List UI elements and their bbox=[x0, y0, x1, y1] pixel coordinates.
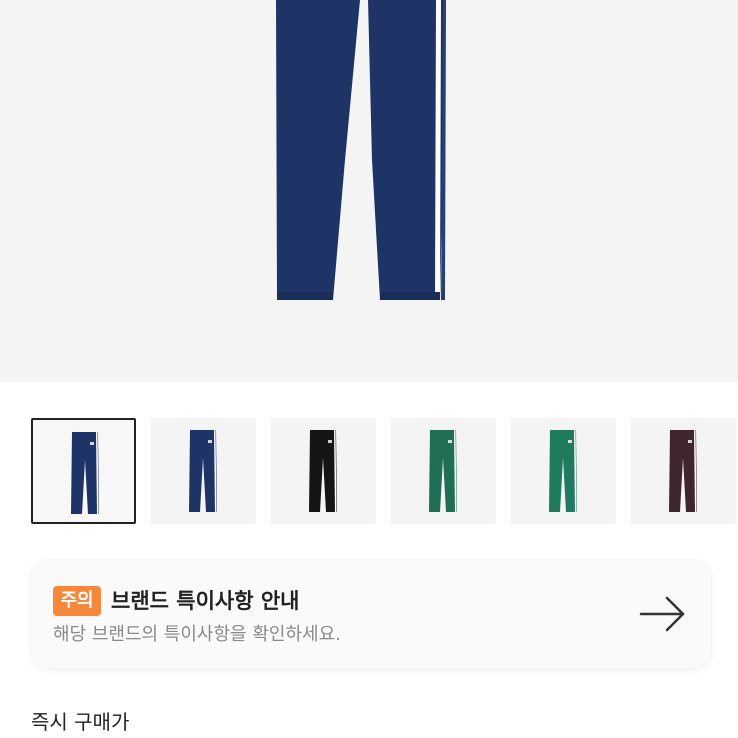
warning-badge: 주의 bbox=[53, 586, 101, 616]
thumbnail-pants-image bbox=[669, 430, 697, 512]
thumbnail-pants-image bbox=[189, 430, 217, 512]
thumbnail-pants-image bbox=[71, 432, 99, 514]
product-hero-image[interactable] bbox=[0, 0, 738, 382]
product-thumbnail[interactable] bbox=[31, 418, 136, 524]
notice-title: 브랜드 특이사항 안내 bbox=[111, 589, 300, 613]
product-thumbnail[interactable] bbox=[391, 418, 496, 524]
product-thumbnail[interactable] bbox=[631, 418, 736, 524]
thumbnail-pants-image bbox=[309, 430, 337, 512]
pants-image bbox=[276, 0, 446, 300]
thumbnail-pants-image bbox=[549, 430, 577, 512]
product-thumbnail[interactable] bbox=[511, 418, 616, 524]
instant-buy-price-label: 즉시 구매가 bbox=[31, 710, 130, 734]
product-thumbnail[interactable] bbox=[151, 418, 256, 524]
product-thumbnail[interactable] bbox=[271, 418, 376, 524]
brand-notice-card[interactable]: 주의 브랜드 특이사항 안내 해당 브랜드의 특이사항을 확인하세요. bbox=[31, 560, 711, 668]
notice-description: 해당 브랜드의 특이사항을 확인하세요. bbox=[53, 624, 341, 645]
thumbnail-pants-image bbox=[429, 430, 457, 512]
arrow-right-icon[interactable] bbox=[637, 594, 689, 634]
thumbnail-strip bbox=[31, 418, 738, 524]
